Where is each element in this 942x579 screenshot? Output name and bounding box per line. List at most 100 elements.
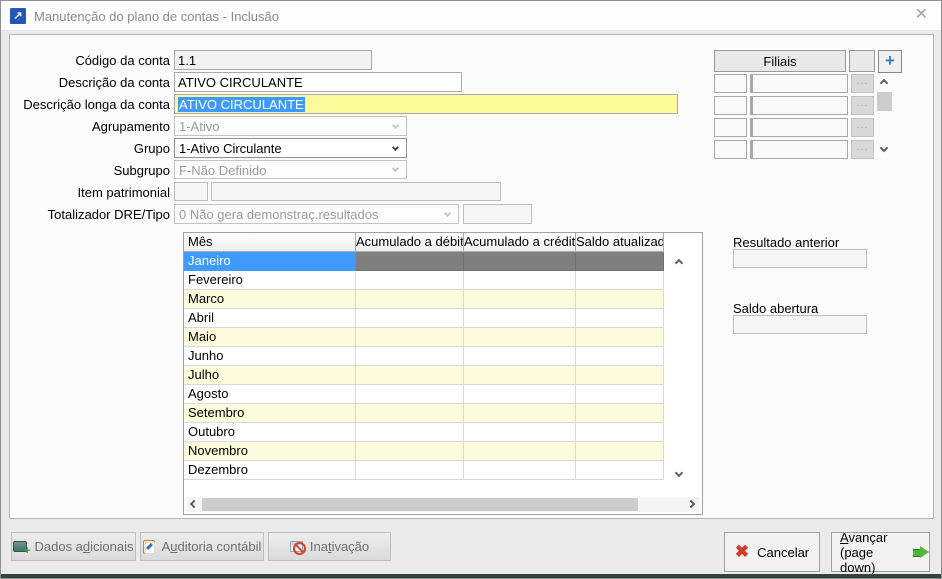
debit-cell[interactable] — [356, 328, 464, 347]
scroll-left-icon[interactable] — [190, 500, 198, 508]
table-horizontal-scrollbar[interactable] — [186, 497, 700, 512]
credit-cell[interactable] — [464, 328, 576, 347]
debit-cell[interactable] — [356, 309, 464, 328]
month-cell[interactable]: Julho — [184, 366, 356, 385]
avancar-button[interactable]: Avançar (page down) — [831, 532, 930, 572]
saldo-cell[interactable] — [576, 385, 664, 404]
debit-cell[interactable] — [356, 290, 464, 309]
debit-cell[interactable] — [356, 423, 464, 442]
credit-cell[interactable] — [464, 309, 576, 328]
month-cell[interactable]: Setembro — [184, 404, 356, 423]
codigo-field[interactable] — [174, 50, 372, 70]
table-row[interactable]: Outubro — [184, 423, 664, 442]
credit-cell[interactable] — [464, 385, 576, 404]
table-scroll-down-icon[interactable] — [675, 469, 683, 477]
add-filial-button[interactable]: + — [878, 50, 902, 73]
window-forbidden-icon — [290, 541, 303, 552]
saldo-cell[interactable] — [576, 461, 664, 480]
filial-code-field[interactable] — [714, 140, 747, 159]
month-cell[interactable]: Dezembro — [184, 461, 356, 480]
filial-code-field[interactable] — [714, 96, 747, 115]
credit-cell[interactable] — [464, 252, 576, 271]
credit-cell[interactable] — [464, 461, 576, 480]
inativacao-button[interactable]: Inativação — [268, 532, 391, 561]
debit-cell[interactable] — [356, 404, 464, 423]
debit-cell[interactable] — [356, 461, 464, 480]
saldo-cell[interactable] — [576, 290, 664, 309]
table-row[interactable]: Novembro — [184, 442, 664, 461]
debit-cell[interactable] — [356, 442, 464, 461]
table-row[interactable]: Janeiro — [184, 252, 664, 271]
credit-cell[interactable] — [464, 423, 576, 442]
descricao-field[interactable] — [174, 72, 462, 92]
month-cell[interactable]: Agosto — [184, 385, 356, 404]
table-row[interactable]: Maio — [184, 328, 664, 347]
auditoria-contabil-button[interactable]: Auditoria contábil — [140, 532, 264, 561]
descricao-label: Descrição da conta — [20, 75, 170, 90]
filiais-scroll-up-icon[interactable] — [880, 79, 888, 87]
close-icon[interactable]: ✕ — [915, 6, 928, 24]
month-cell[interactable]: Maio — [184, 328, 356, 347]
table-row[interactable]: Dezembro — [184, 461, 664, 480]
filial-browse-button[interactable]: ... — [851, 96, 874, 115]
saldo-cell[interactable] — [576, 347, 664, 366]
column-header-saldo[interactable]: Saldo atualizado — [576, 233, 664, 252]
table-row[interactable]: Agosto — [184, 385, 664, 404]
table-row[interactable]: Marco — [184, 290, 664, 309]
month-cell[interactable]: Abril — [184, 309, 356, 328]
filial-code-field[interactable] — [714, 118, 747, 137]
grupo-select[interactable]: 1-Ativo Circulante — [174, 138, 407, 158]
column-header-debito[interactable]: Acumulado a débito — [356, 233, 464, 252]
saldo-cell[interactable] — [576, 252, 664, 271]
filial-browse-button[interactable]: ... — [851, 74, 874, 93]
filial-name-field[interactable] — [750, 74, 848, 93]
credit-cell[interactable] — [464, 442, 576, 461]
saldo-cell[interactable] — [576, 442, 664, 461]
saldo-cell[interactable] — [576, 309, 664, 328]
credit-cell[interactable] — [464, 404, 576, 423]
filial-name-field[interactable] — [750, 118, 848, 137]
filial-browse-button[interactable]: ... — [851, 140, 874, 159]
month-cell[interactable]: Fevereiro — [184, 271, 356, 290]
scroll-right-icon[interactable] — [687, 500, 695, 508]
cancelar-button[interactable]: ✖ Cancelar — [724, 532, 820, 572]
debit-cell[interactable] — [356, 252, 464, 271]
month-cell[interactable]: Novembro — [184, 442, 356, 461]
table-scroll-up-icon[interactable] — [675, 259, 683, 267]
month-cell[interactable]: Junho — [184, 347, 356, 366]
table-row[interactable]: Julho — [184, 366, 664, 385]
filial-name-field[interactable] — [750, 140, 848, 159]
debit-cell[interactable] — [356, 385, 464, 404]
totalizador-dre-select: 0 Não gera demonstraç.resultados — [174, 204, 459, 224]
h-scrollbar-thumb[interactable] — [202, 498, 638, 511]
table-row[interactable]: Junho — [184, 347, 664, 366]
dados-adicionais-button[interactable]: Dados adicionais — [11, 532, 136, 561]
column-header-mes[interactable]: Mês — [184, 233, 356, 252]
filiais-scroll-down-icon[interactable] — [880, 144, 888, 152]
filiais-scrollbar-thumb[interactable] — [877, 92, 892, 111]
month-cell[interactable]: Marco — [184, 290, 356, 309]
saldo-cell[interactable] — [576, 328, 664, 347]
saldo-cell[interactable] — [576, 366, 664, 385]
saldo-cell[interactable] — [576, 404, 664, 423]
saldo-cell[interactable] — [576, 271, 664, 290]
saldo-cell[interactable] — [576, 423, 664, 442]
credit-cell[interactable] — [464, 347, 576, 366]
month-cell[interactable]: Janeiro — [184, 252, 356, 271]
item-patrimonial-code-field — [174, 182, 208, 201]
descricao-longa-field[interactable]: ATIVO CIRCULANTE — [174, 94, 678, 114]
filial-browse-button[interactable]: ... — [851, 118, 874, 137]
filial-name-field[interactable] — [750, 96, 848, 115]
debit-cell[interactable] — [356, 271, 464, 290]
table-row[interactable]: Fevereiro — [184, 271, 664, 290]
column-header-credito[interactable]: Acumulado a crédito — [464, 233, 576, 252]
table-row[interactable]: Setembro — [184, 404, 664, 423]
month-cell[interactable]: Outubro — [184, 423, 356, 442]
credit-cell[interactable] — [464, 271, 576, 290]
debit-cell[interactable] — [356, 366, 464, 385]
filial-code-field[interactable] — [714, 74, 747, 93]
debit-cell[interactable] — [356, 347, 464, 366]
credit-cell[interactable] — [464, 290, 576, 309]
credit-cell[interactable] — [464, 366, 576, 385]
table-row[interactable]: Abril — [184, 309, 664, 328]
